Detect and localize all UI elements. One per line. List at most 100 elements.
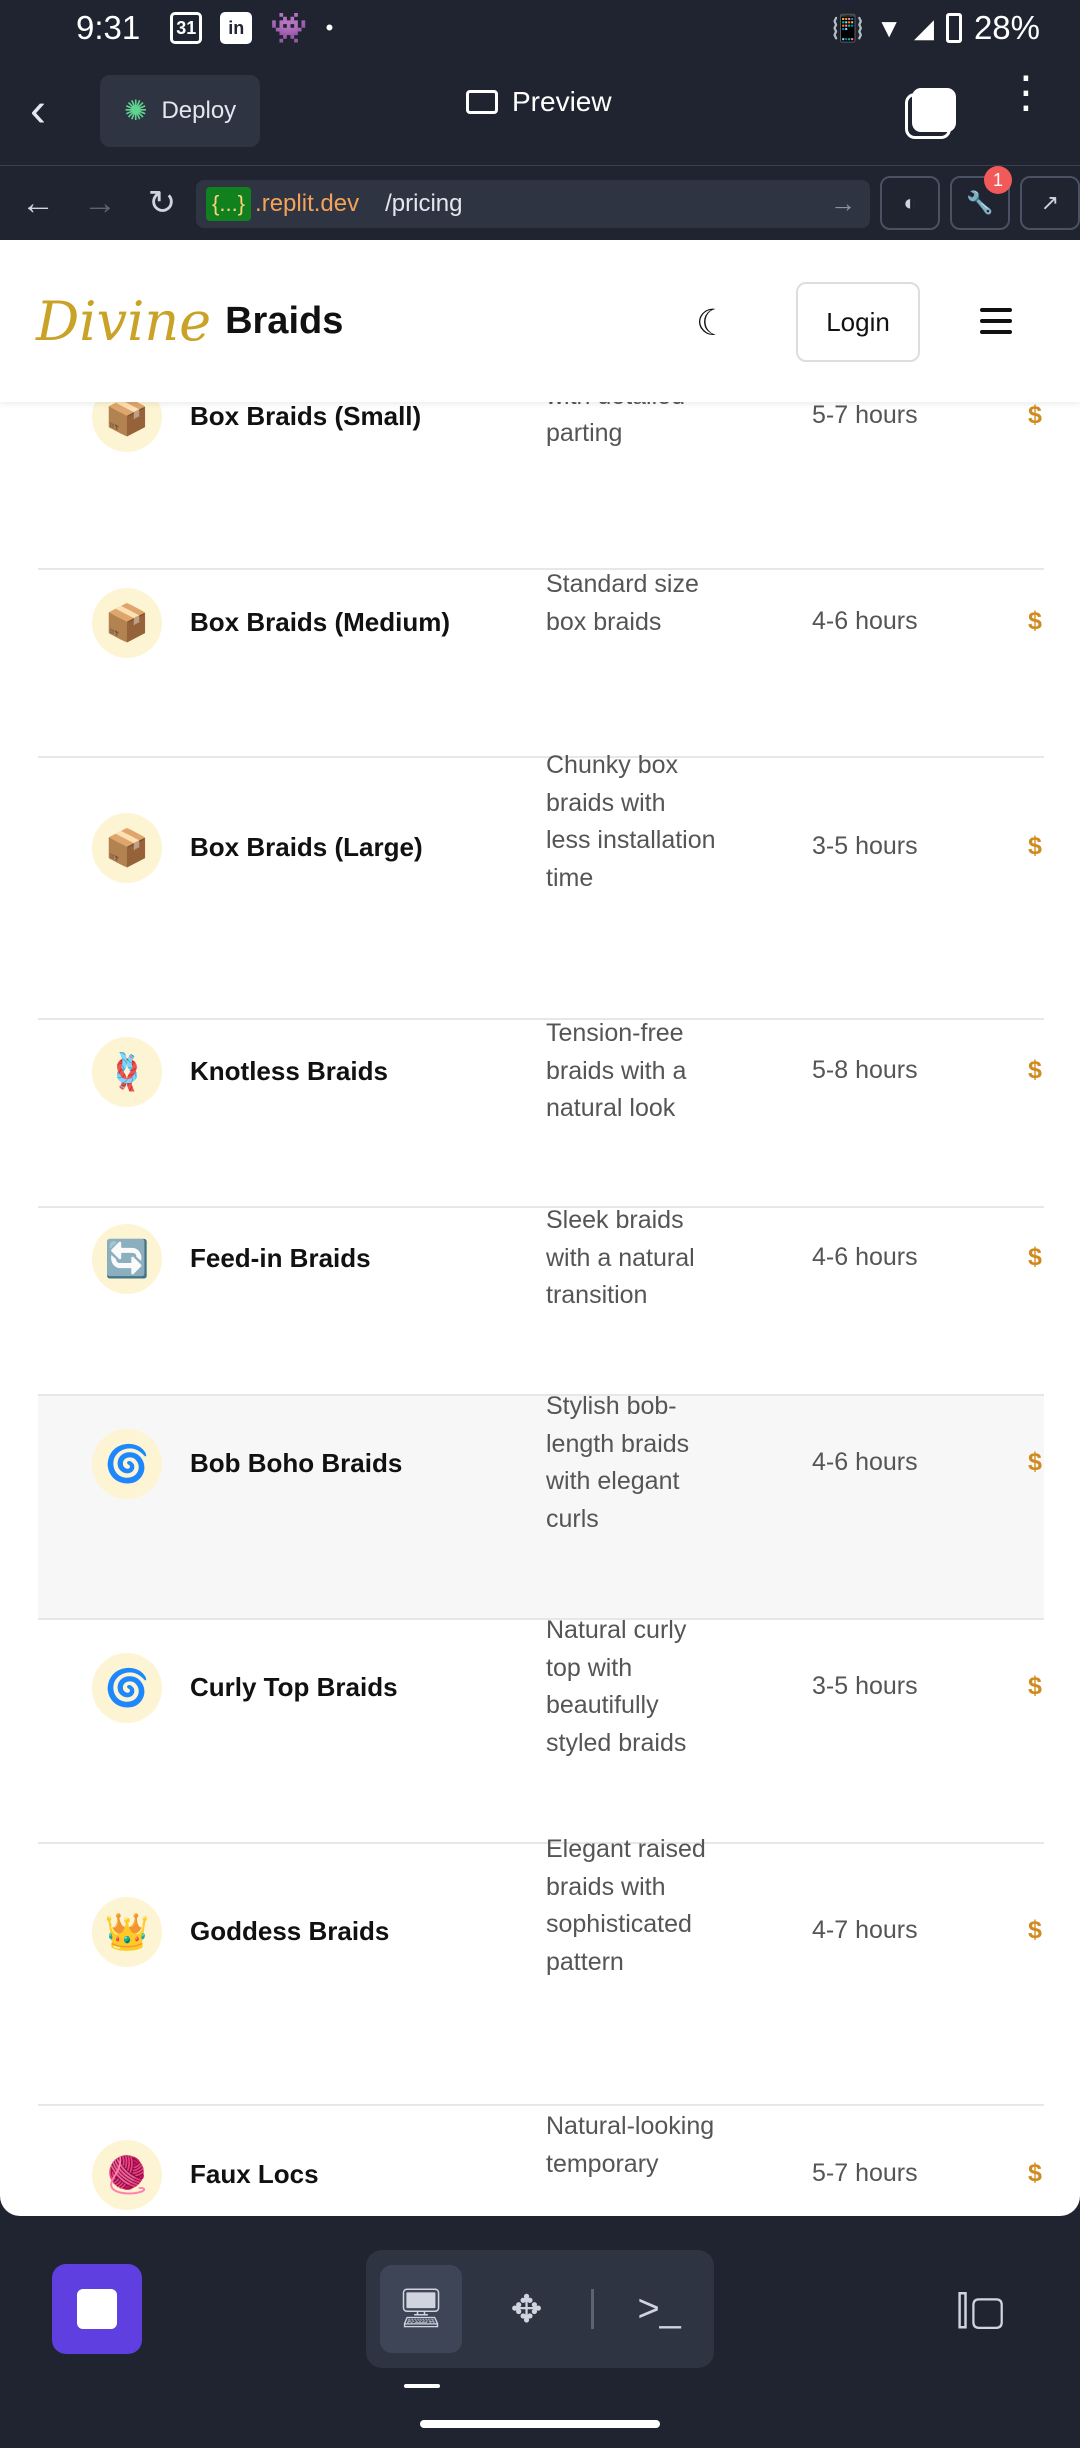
palette-icon[interactable]: ◐ <box>880 176 940 230</box>
signal-icon: ◢ <box>913 12 934 43</box>
bottom-bar: 🖥 ✥ >_ ⫿▢ <box>0 2216 1080 2448</box>
reddit-icon: 👾 <box>270 11 308 45</box>
more-menu-icon[interactable]: ⋮ <box>1004 71 1048 115</box>
table-row[interactable]: 👑 Goddess Braids Elegant raised braids wit… <box>38 1835 1044 2106</box>
deploy-icon: ✺ <box>124 95 148 126</box>
deploy-button[interactable]: ✺ Deploy <box>100 74 261 147</box>
table-row[interactable]: 🌀 Bob Boho Braids Stylish bob-length braid… <box>38 1392 1044 1620</box>
status-bar: 9:31 31 in 👾 • 📳 ▼ ◢ 28% <box>0 0 1080 56</box>
linkedin-icon: in <box>220 12 253 44</box>
monitor-icon <box>466 90 498 114</box>
style-duration: 4-7 hours <box>812 1916 918 1944</box>
dot-icon: • <box>325 15 334 40</box>
style-icon: 🔄 <box>92 1224 162 1294</box>
table-row[interactable]: 🌀 Curly Top Braids Natural curly top with … <box>38 1616 1044 1844</box>
style-duration: 5-7 hours <box>812 401 918 429</box>
style-price: $ <box>1028 1448 1042 1476</box>
style-description: Elegant raised braids with sophisticated… <box>546 1835 706 1976</box>
style-description: Standard size box braids <box>546 570 699 636</box>
workspace-icon[interactable]: ✥ <box>486 2265 568 2353</box>
notification-badge: 1 <box>984 166 1012 194</box>
logo-script[interactable]: Divine <box>36 290 211 353</box>
style-price: $ <box>1028 607 1042 635</box>
style-name: Faux Locs <box>190 2159 319 2189</box>
logo-text[interactable]: Braids <box>225 300 343 343</box>
clock: 9:31 <box>76 9 141 46</box>
preview-view-icon[interactable]: 🖥 <box>380 2265 462 2353</box>
browser-toolbar: ← → ↻ {...} .replit.dev /pricing → ◐ 🔧 1 … <box>0 166 1080 240</box>
devtools-icon[interactable]: 🔧 1 <box>950 166 1012 230</box>
url-host: .replit.dev <box>255 190 360 217</box>
style-name: Curly Top Braids <box>190 1672 398 1702</box>
style-icon: 🧶 <box>92 2140 162 2210</box>
stop-button[interactable] <box>52 2264 142 2354</box>
table-row[interactable]: 🧶 Faux Locs Natural-looking temporary 5-7 h… <box>38 2106 1044 2216</box>
style-duration: 4-6 hours <box>812 1243 918 1271</box>
reload-icon[interactable]: ↻ <box>144 183 180 223</box>
moon-icon[interactable]: ☾ <box>696 302 728 344</box>
preview-tab[interactable]: Preview <box>466 86 612 118</box>
style-icon: 👑 <box>92 1897 162 1967</box>
back-arrow-icon[interactable]: ← <box>20 184 56 223</box>
style-duration: 4-6 hours <box>812 607 918 635</box>
app-bar: ‹ ✺ Deploy Preview ⋮ <box>0 56 1080 166</box>
back-chevron-icon[interactable]: ‹ <box>30 83 100 138</box>
site-header: Divine Braids ☾ Login <box>0 240 1080 402</box>
style-price: $ <box>1028 1243 1042 1271</box>
battery-percent: 28% <box>973 9 1040 46</box>
style-duration: 3-5 hours <box>812 1672 918 1700</box>
url-field[interactable]: {...} .replit.dev /pricing → <box>196 180 870 228</box>
deploy-label: Deploy <box>161 96 237 124</box>
style-duration: 5-7 hours <box>812 2159 918 2187</box>
style-price: $ <box>1028 1056 1042 1084</box>
style-description: Chunky box braids with less installation… <box>546 751 716 892</box>
style-name: Box Braids (Large) <box>190 832 423 862</box>
forward-arrow-icon[interactable]: → <box>82 184 118 223</box>
table-row[interactable]: 🔄 Feed-in Braids Sleek braids with a natur… <box>38 1206 1044 1396</box>
battery-icon <box>945 13 962 43</box>
tabs-icon[interactable] <box>912 88 956 132</box>
style-icon: 🌀 <box>92 1429 162 1499</box>
style-name: Knotless Braids <box>190 1056 388 1086</box>
style-icon: 🌀 <box>92 1653 162 1723</box>
terminal-icon[interactable]: >_ <box>618 2265 700 2353</box>
style-name: Bob Boho Braids <box>190 1448 403 1478</box>
style-duration: 4-6 hours <box>812 1448 918 1476</box>
style-icon: 🪢 <box>92 1037 162 1107</box>
go-arrow-icon[interactable]: → <box>830 188 856 219</box>
home-indicator[interactable] <box>420 2420 660 2428</box>
table-row[interactable]: 📦 Box Braids (Large) Chunky box braids wit… <box>38 751 1044 1020</box>
style-icon: 📦 <box>92 588 162 658</box>
style-name: Goddess Braids <box>190 1916 390 1946</box>
style-icon: 📦 <box>92 813 162 883</box>
table-row[interactable]: 📦 Box Braids (Medium) Standard size box br… <box>38 570 1044 758</box>
url-host-tag: {...} <box>206 187 252 221</box>
calendar-icon: 31 <box>170 12 203 44</box>
style-price: $ <box>1028 1672 1042 1700</box>
open-external-icon[interactable]: ↗ <box>1020 176 1080 230</box>
style-description: Natural curly top with beautifully style… <box>546 1616 687 1757</box>
style-duration: 3-5 hours <box>812 832 918 860</box>
login-button[interactable]: Login <box>796 282 920 362</box>
style-price: $ <box>1028 1916 1042 1944</box>
preview-label: Preview <box>512 86 612 117</box>
style-description: Natural-looking temporary <box>546 2112 715 2178</box>
style-price: $ <box>1028 2159 1042 2187</box>
style-price: $ <box>1028 832 1042 860</box>
style-description: Stylish bob-length braids with elegant c… <box>546 1392 690 1533</box>
dock-divider <box>591 2289 595 2329</box>
style-name: Feed-in Braids <box>190 1243 371 1273</box>
style-description: Tension-free braids with a natural look <box>546 1019 687 1122</box>
active-indicator <box>404 2384 440 2388</box>
table-row[interactable]: 🪢 Knotless Braids Tension-free braids with… <box>38 1019 1044 1208</box>
style-duration: 5-8 hours <box>812 1056 918 1084</box>
side-panel-icon[interactable]: ⫿▢ <box>956 2288 1007 2334</box>
hamburger-menu-icon[interactable] <box>980 308 1012 341</box>
style-name: Box Braids (Small) <box>190 401 422 431</box>
vibrate-icon: 📳 <box>831 12 865 43</box>
style-description: Sleek braids with a natural transition <box>546 1206 695 1309</box>
style-price: $ <box>1028 401 1042 429</box>
style-name: Box Braids (Medium) <box>190 607 451 637</box>
webview: Divine Braids ☾ Login 📦 Box Braids (Small… <box>0 240 1080 2216</box>
url-path: /pricing <box>385 190 463 217</box>
